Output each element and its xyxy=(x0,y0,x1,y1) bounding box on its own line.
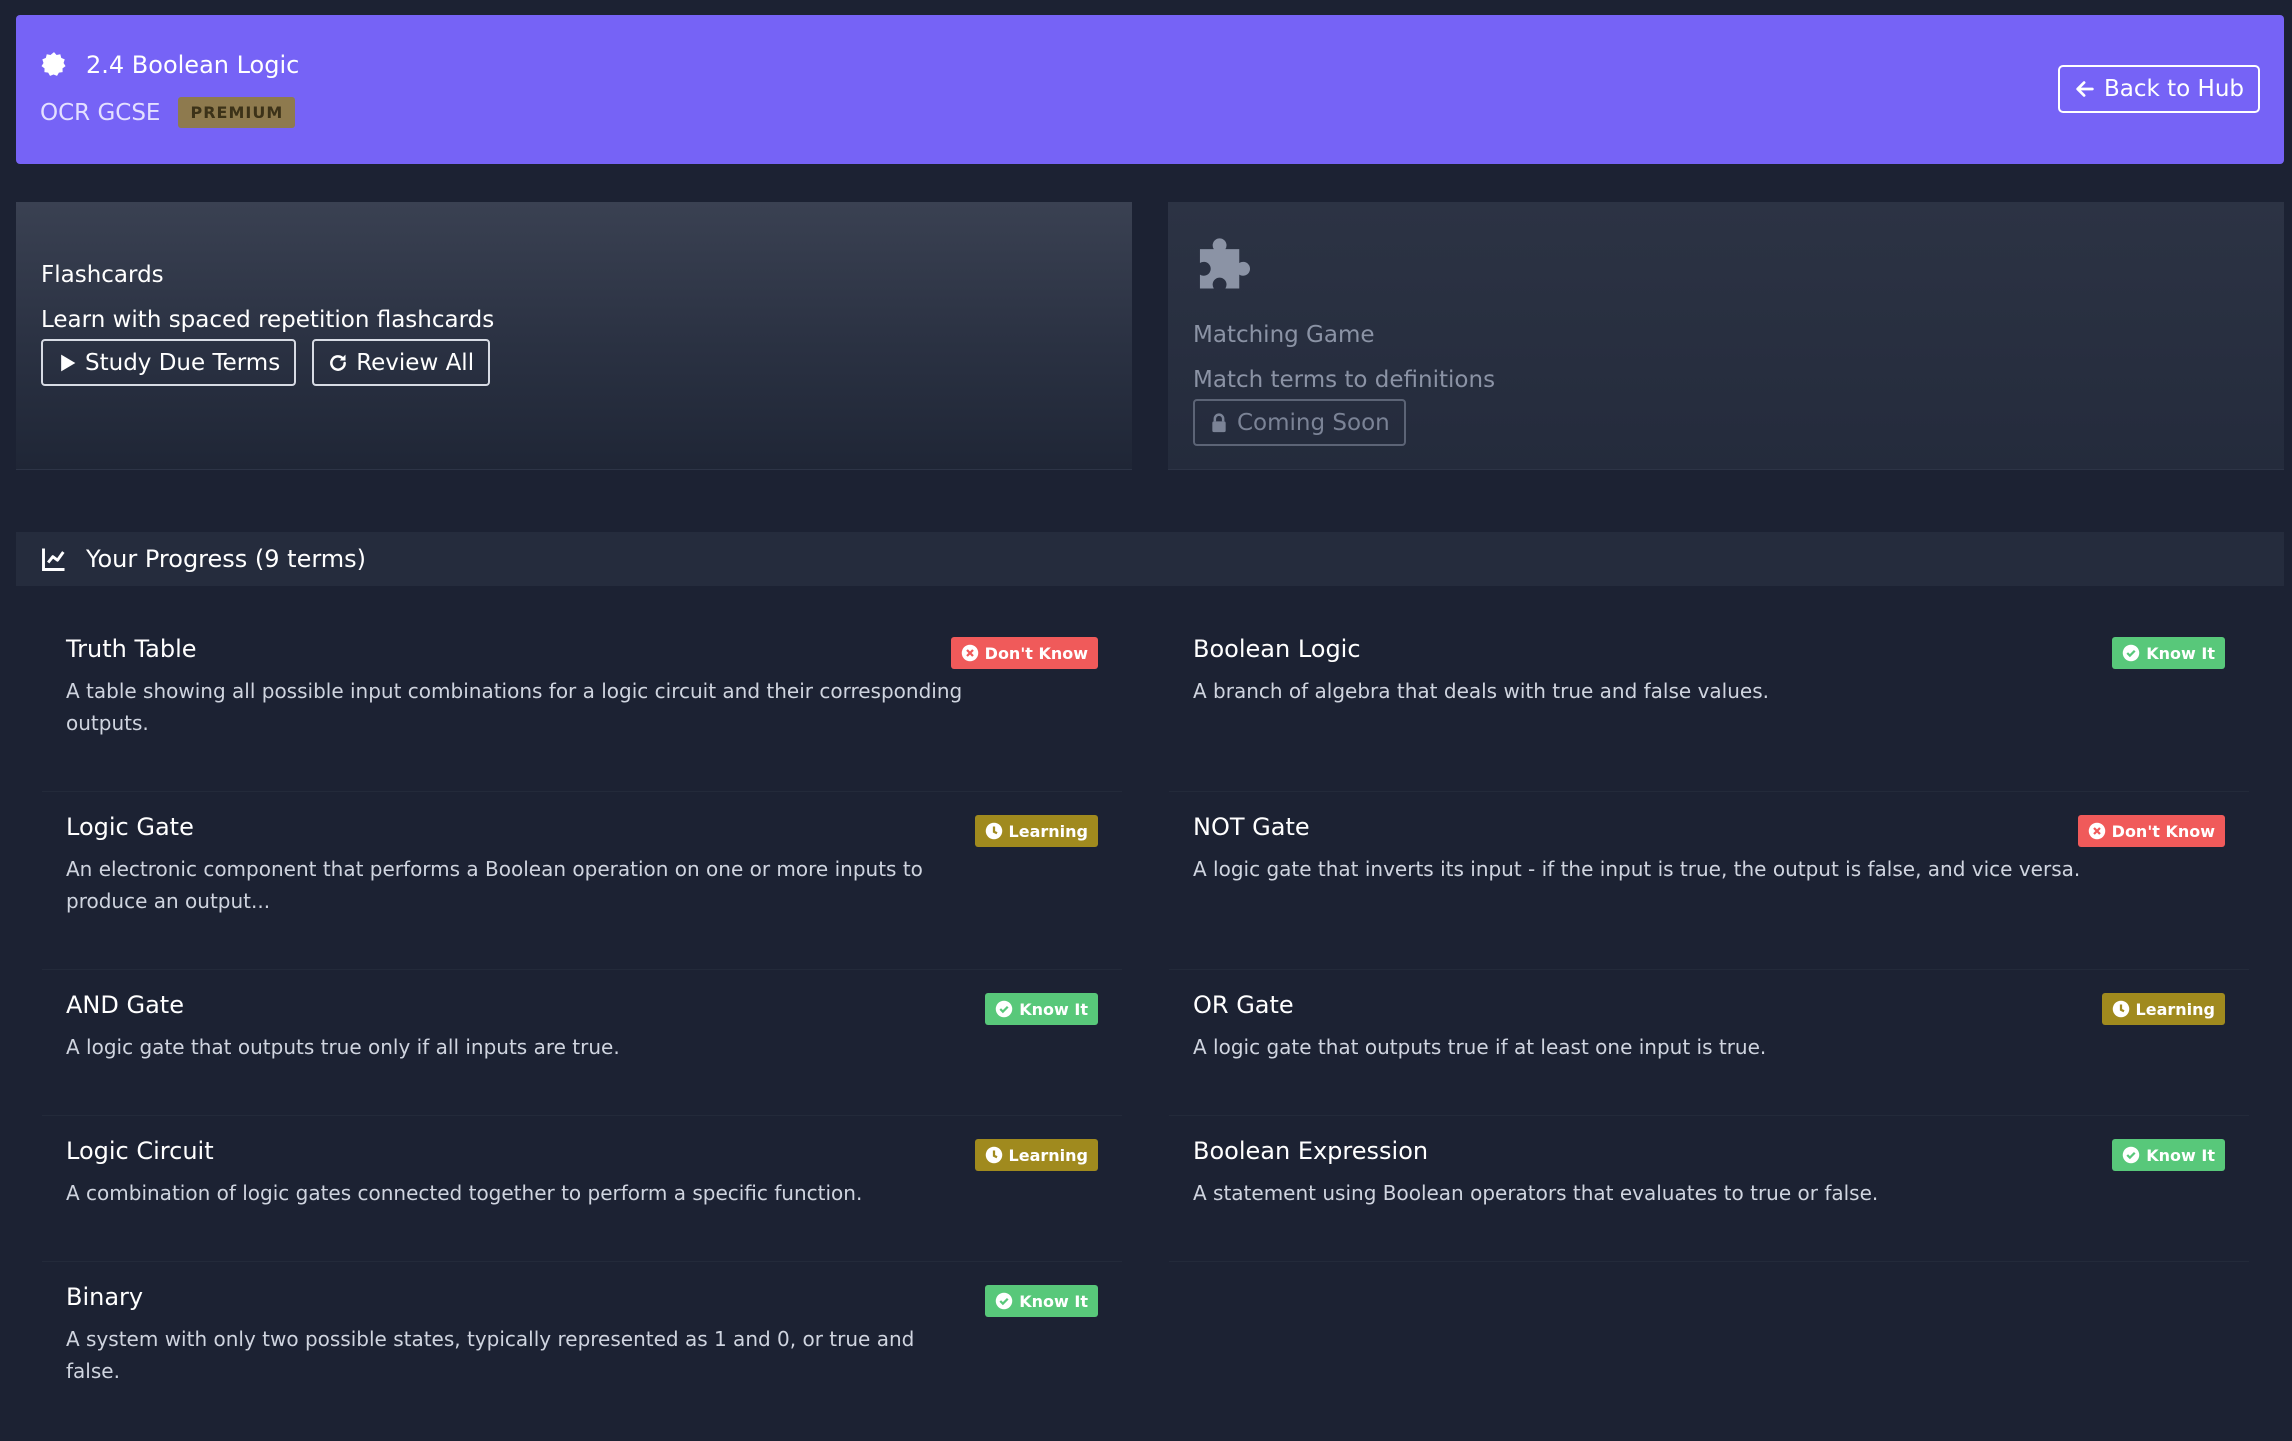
term-definition: A combination of logic gates connected t… xyxy=(66,1181,863,1205)
status-badge-label: Learning xyxy=(1008,821,1088,841)
status-badge-label: Know It xyxy=(2146,643,2215,663)
study-due-terms-button[interactable]: Study Due Terms xyxy=(41,339,297,386)
back-to-hub-label: Back to Hub xyxy=(2103,76,2244,102)
term-name: Boolean Logic xyxy=(1193,635,1361,663)
check-circle-icon xyxy=(2123,644,2140,662)
premium-badge: PREMIUM xyxy=(178,97,296,128)
badge-certificate-icon xyxy=(41,52,66,76)
status-badge: Know It xyxy=(2112,637,2225,669)
term-name: Truth Table xyxy=(66,635,197,663)
topic-title-row: 2.4 Boolean Logic xyxy=(40,51,299,79)
term-name: OR Gate xyxy=(1193,991,1294,1019)
term-name: AND Gate xyxy=(66,991,184,1019)
term-divider xyxy=(42,969,1122,970)
term-divider xyxy=(1169,791,2249,792)
term-item: AND Gate A logic gate that outputs true o… xyxy=(42,991,1122,1141)
clock-icon xyxy=(985,1146,1002,1164)
clock-icon xyxy=(985,822,1002,840)
status-badge: Learning xyxy=(974,815,1098,847)
status-badge-label: Learning xyxy=(2135,999,2215,1019)
term-item: Truth Table A table showing all possible … xyxy=(42,635,1122,785)
page-title: 2.4 Boolean Logic xyxy=(86,51,300,79)
term-name: NOT Gate xyxy=(1193,813,1310,841)
refresh-icon xyxy=(330,354,347,371)
course-row: OCR GCSE PREMIUM xyxy=(40,97,296,128)
status-badge-label: Learning xyxy=(1008,1145,1088,1165)
review-all-label: Review All xyxy=(356,349,475,376)
term-item: NOT Gate A logic gate that inverts its in… xyxy=(1169,813,2249,963)
term-definition: A branch of algebra that deals with true… xyxy=(1193,679,1769,703)
term-definition: A logic gate that inverts its input - if… xyxy=(1193,857,2081,881)
flashcards-description: Learn with spaced repetition flashcards xyxy=(41,307,495,333)
term-definition: A system with only two possible states, … xyxy=(66,1327,915,1383)
progress-header: Your Progress (9 terms) xyxy=(16,532,2284,586)
status-badge: Learning xyxy=(2101,993,2225,1025)
term-item: Binary A system with only two possible st… xyxy=(42,1283,1122,1433)
coming-soon-button: Coming Soon xyxy=(1193,399,1406,446)
status-badge: Learning xyxy=(974,1139,1098,1171)
check-circle-icon xyxy=(996,1000,1013,1018)
term-item: Boolean Expression A statement using Bool… xyxy=(1169,1137,2249,1287)
status-badge-label: Don't Know xyxy=(984,643,1088,663)
term-divider xyxy=(1169,969,2249,970)
matching-game-title: Matching Game xyxy=(1193,322,1375,348)
term-item: Logic Circuit A combination of logic gate… xyxy=(42,1137,1122,1287)
status-badge: Know It xyxy=(985,1285,1098,1317)
term-definition: A logic gate that outputs true only if a… xyxy=(66,1035,620,1059)
term-divider xyxy=(1169,1115,2249,1116)
matching-game-card: Matching Game Match terms to definitions… xyxy=(1168,202,2284,470)
status-badge-label: Don't Know xyxy=(2111,821,2215,841)
status-badge: Don't Know xyxy=(950,637,1098,669)
status-badge-label: Know It xyxy=(1019,999,1088,1019)
term-definition: A logic gate that outputs true if at lea… xyxy=(1193,1035,1767,1059)
term-definition: A table showing all possible input combi… xyxy=(66,679,963,735)
flashcards-card: Flashcards Learn with spaced repetition … xyxy=(16,202,1132,470)
term-definition: An electronic component that performs a … xyxy=(66,857,923,913)
term-definition: A statement using Boolean operators that… xyxy=(1193,1181,1879,1205)
term-divider xyxy=(42,1115,1122,1116)
clock-icon xyxy=(2112,1000,2129,1018)
term-name: Binary xyxy=(66,1283,144,1311)
term-name: Logic Gate xyxy=(66,813,194,841)
matching-game-actions: Coming Soon xyxy=(1193,399,1406,446)
flashcards-actions: Study Due Terms Review All xyxy=(41,339,491,386)
term-item: Boolean Logic A branch of algebra that de… xyxy=(1169,635,2249,785)
status-badge: Don't Know xyxy=(2077,815,2225,847)
term-name: Logic Circuit xyxy=(66,1137,214,1165)
progress-title: Your Progress (9 terms) xyxy=(86,545,367,573)
term-divider xyxy=(42,1261,1122,1262)
term-item: OR Gate A logic gate that outputs true if… xyxy=(1169,991,2249,1141)
status-badge: Know It xyxy=(985,993,1098,1025)
status-badge: Know It xyxy=(2112,1139,2225,1171)
coming-soon-label: Coming Soon xyxy=(1237,409,1390,436)
matching-game-description: Match terms to definitions xyxy=(1193,367,1496,393)
arrow-left-icon xyxy=(2076,81,2094,97)
lock-icon xyxy=(1212,412,1226,432)
term-divider xyxy=(1169,1261,2249,1262)
puzzle-icon xyxy=(1199,238,1251,289)
page-header: 2.4 Boolean Logic OCR GCSE PREMIUM Back … xyxy=(16,15,2284,164)
line-chart-icon xyxy=(42,548,65,571)
check-circle-icon xyxy=(996,1292,1013,1310)
term-divider xyxy=(42,791,1122,792)
x-circle-icon xyxy=(2088,822,2105,840)
check-circle-icon xyxy=(2123,1146,2140,1164)
status-badge-label: Know It xyxy=(1019,1291,1088,1311)
play-icon xyxy=(61,354,76,371)
study-due-terms-label: Study Due Terms xyxy=(85,349,281,376)
x-circle-icon xyxy=(961,644,978,662)
term-name: Boolean Expression xyxy=(1193,1137,1429,1165)
term-item: Logic Gate An electronic component that p… xyxy=(42,813,1122,963)
status-badge-label: Know It xyxy=(2146,1145,2215,1165)
back-to-hub-button[interactable]: Back to Hub xyxy=(2057,65,2260,113)
flashcards-title: Flashcards xyxy=(41,262,164,288)
review-all-button[interactable]: Review All xyxy=(312,339,491,386)
course-name: OCR GCSE xyxy=(40,99,161,126)
